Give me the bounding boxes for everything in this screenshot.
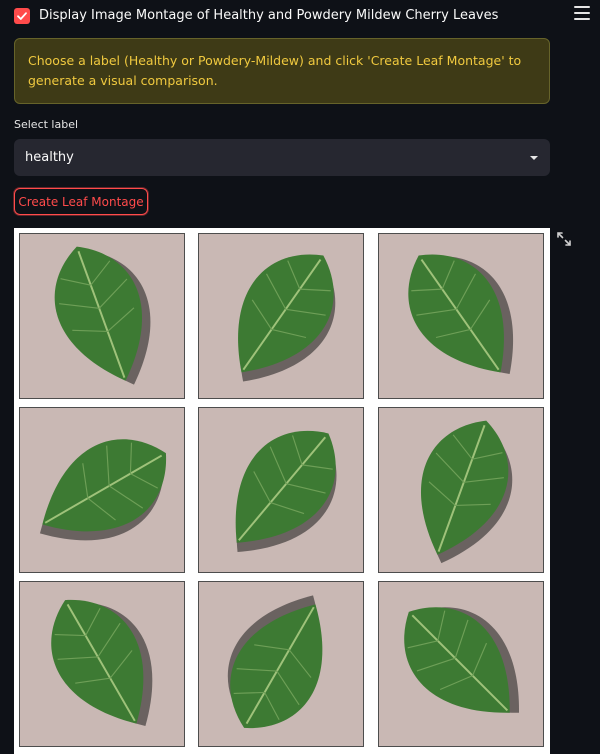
- create-leaf-montage-button[interactable]: Create Leaf Montage: [14, 188, 148, 215]
- app-page: Display Image Montage of Healthy and Pow…: [0, 0, 600, 754]
- leaf-image: [19, 581, 185, 747]
- leaf-image: [19, 407, 185, 573]
- montage-checkbox-row[interactable]: Display Image Montage of Healthy and Pow…: [14, 7, 498, 25]
- leaf-image: [378, 581, 544, 747]
- chevron-down-icon: [530, 155, 538, 160]
- info-alert: Choose a label (Healthy or Powdery-Milde…: [14, 38, 550, 104]
- checkbox-checked-icon[interactable]: [14, 8, 30, 24]
- leaf-image: [19, 233, 185, 399]
- leaf-image: [378, 407, 544, 573]
- checkbox-label: Display Image Montage of Healthy and Pow…: [39, 8, 499, 23]
- leaf-image: [198, 233, 364, 399]
- select-label: Select label: [14, 118, 79, 131]
- leaf-montage-image: [14, 228, 550, 754]
- info-alert-text: Choose a label (Healthy or Powdery-Milde…: [28, 53, 522, 88]
- leaf-image: [198, 407, 364, 573]
- select-value: healthy: [25, 150, 74, 165]
- hamburger-menu-icon[interactable]: [574, 6, 590, 20]
- fullscreen-expand-icon[interactable]: [557, 232, 571, 246]
- leaf-image: [198, 581, 364, 747]
- leaf-image: [378, 233, 544, 399]
- label-select[interactable]: healthy: [14, 139, 550, 176]
